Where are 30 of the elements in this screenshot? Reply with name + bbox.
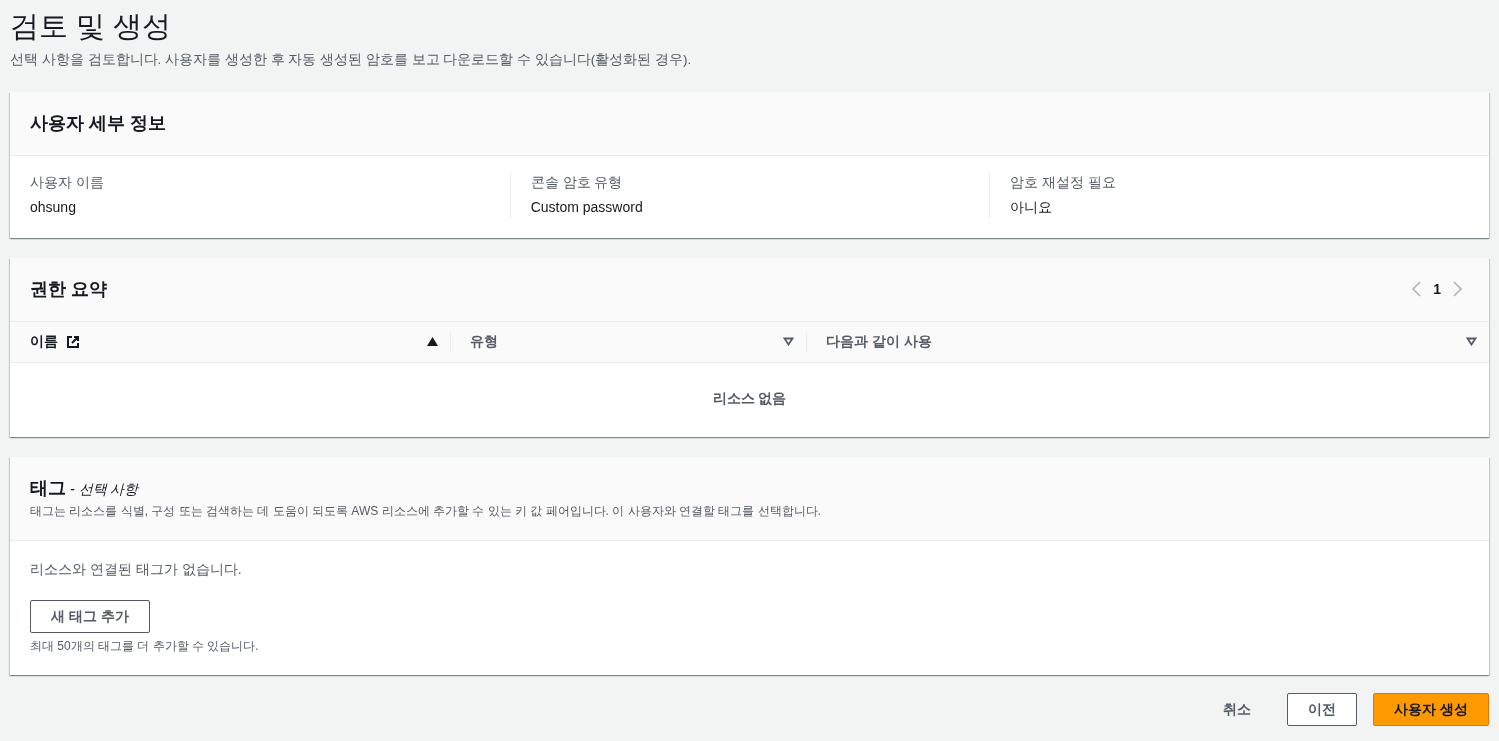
field-label: 콘솔 암호 유형	[530, 172, 624, 192]
page-title: 검토 및 생성	[10, 9, 173, 44]
sort-icon[interactable]	[783, 337, 794, 347]
add-tag-button[interactable]: 새 태그 추가	[30, 599, 150, 633]
chevron-left-icon	[1411, 281, 1422, 298]
panel-title: 태그	[30, 476, 66, 500]
hint-text: 최대 50개의 태그를 더 추가할 수 있습니다.	[30, 637, 260, 655]
page-description: 선택 사항을 검토합니다. 사용자를 생성한 후 자동 생성된 암호를 보고 다운로드할 수 있습니다(활성화된 경우).	[10, 50, 693, 69]
sort-icon[interactable]	[1466, 337, 1477, 347]
create-user-button[interactable]: 사용자 생성	[1373, 692, 1489, 726]
empty-message: 리소스와 연결된 태그가 없습니다.	[30, 559, 243, 579]
field-value: Custom password	[530, 197, 644, 217]
field-label: 사용자 이름	[30, 172, 105, 192]
chevron-right-icon	[1453, 281, 1463, 298]
column-header[interactable]: 이름	[30, 331, 58, 353]
sort-ascending-icon[interactable]	[427, 337, 438, 347]
empty-message: 리소스 없음	[711, 388, 788, 408]
external-link-icon	[66, 334, 80, 349]
page-number[interactable]: 1	[1427, 278, 1447, 300]
field-value: ohsung	[30, 197, 77, 217]
optional-label: - 선택 사항	[70, 479, 139, 499]
panel-title: 권한 요약	[30, 277, 107, 301]
column-header[interactable]: 유형	[470, 331, 498, 353]
panel-description: 태그는 리소스를 식별, 구성 또는 검색하는 데 도움이 되도록 AWS 리소스에 추가할 수 있는 키 값 페어입니다. 이 사용자와 연결할 태그를 선택합니다.	[30, 502, 822, 520]
column-header[interactable]: 다음과 같이 사용	[826, 331, 932, 353]
field-value: 아니요	[1010, 197, 1054, 217]
cancel-button[interactable]: 취소	[1203, 693, 1272, 725]
panel-title: 사용자 세부 정보	[30, 111, 166, 135]
previous-button[interactable]: 이전	[1287, 692, 1358, 726]
field-label: 암호 재설정 필요	[1010, 172, 1118, 192]
